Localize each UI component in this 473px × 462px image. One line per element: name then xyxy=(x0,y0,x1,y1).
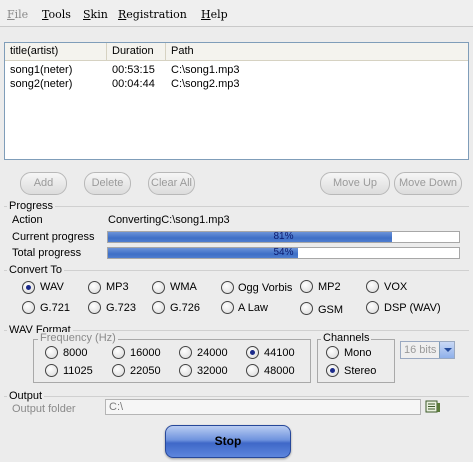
action-value: ConvertingC:\song1.mp3 xyxy=(108,214,230,226)
radio-label-gsm: GSM xyxy=(318,304,344,316)
radio-wma[interactable] xyxy=(152,281,165,294)
radio-dsp-wav[interactable] xyxy=(366,301,379,314)
radio-label-freq-16000: 16000 xyxy=(130,347,161,359)
radio-label-freq-48000: 48000 xyxy=(264,365,295,377)
menu-skin[interactable]: Skin xyxy=(83,8,108,21)
bits-select-value: 16 bits xyxy=(404,344,437,356)
current-progress-bar: 81% xyxy=(107,231,460,243)
menu-tools[interactable]: Tools xyxy=(42,8,71,21)
radio-stereo[interactable] xyxy=(326,364,339,377)
output-group-label: Output xyxy=(7,390,45,402)
radio-vox[interactable] xyxy=(366,280,379,293)
current-progress-percent: 81% xyxy=(273,231,294,242)
column-header-path[interactable]: Path xyxy=(166,43,468,61)
menu-registration[interactable]: Registration xyxy=(118,8,187,21)
convert-to-group-label: Convert To xyxy=(7,264,64,276)
radio-gsm[interactable] xyxy=(300,302,313,315)
radio-freq-11025[interactable] xyxy=(45,364,58,377)
radio-g726[interactable] xyxy=(152,301,165,314)
radio-label-mp3: MP3 xyxy=(106,281,129,293)
cell-duration: 00:53:15 xyxy=(112,64,155,76)
radio-label-wav: WAV xyxy=(40,281,64,293)
column-header-title[interactable]: title(artist) xyxy=(5,43,107,61)
cell-title: song1(neter) xyxy=(10,64,73,76)
output-folder-label: Output folder xyxy=(12,403,76,415)
column-header-duration[interactable]: Duration xyxy=(107,43,166,61)
bits-select[interactable]: 16 bits xyxy=(400,341,455,359)
radio-label-g723: G.723 xyxy=(106,302,136,314)
clear-all-button[interactable]: Clear All xyxy=(148,172,195,195)
file-list-table[interactable]: title(artist) Duration Path song1(neter)… xyxy=(4,42,469,160)
cell-path: C:\song2.mp3 xyxy=(171,78,240,90)
radio-label-mp2: MP2 xyxy=(318,281,341,293)
menu-file[interactable]: File xyxy=(7,8,28,21)
move-down-button[interactable]: Move Down xyxy=(394,172,462,195)
radio-label-a-law: A Law xyxy=(238,302,268,314)
output-group-line xyxy=(4,396,469,397)
output-folder-input[interactable]: C:\ xyxy=(105,399,421,415)
current-progress-label: Current progress xyxy=(12,231,95,243)
radio-label-freq-22050: 22050 xyxy=(130,365,161,377)
radio-freq-48000[interactable] xyxy=(246,364,259,377)
radio-g723[interactable] xyxy=(88,301,101,314)
stop-button[interactable]: Stop xyxy=(165,425,291,458)
radio-ogg-vorbis[interactable] xyxy=(221,281,234,294)
browse-folder-icon[interactable] xyxy=(425,399,441,414)
menu-bar: File Tools Skin Registration Help xyxy=(0,0,473,27)
convert-to-group-line xyxy=(4,270,469,271)
radio-label-freq-32000: 32000 xyxy=(197,365,228,377)
radio-freq-8000[interactable] xyxy=(45,346,58,359)
cell-title: song2(neter) xyxy=(10,78,73,90)
table-row[interactable]: song1(neter) 00:53:15 C:\song1.mp3 xyxy=(5,63,468,77)
total-progress-percent: 54% xyxy=(273,247,294,258)
radio-mono[interactable] xyxy=(326,346,339,359)
radio-label-freq-24000: 24000 xyxy=(197,347,228,359)
radio-g721[interactable] xyxy=(22,301,35,314)
radio-freq-22050[interactable] xyxy=(112,364,125,377)
progress-group-line xyxy=(4,206,469,207)
radio-wav[interactable] xyxy=(22,281,35,294)
channels-label: Channels xyxy=(321,332,372,344)
total-progress-bar: 54% xyxy=(107,247,460,259)
progress-group-label: Progress xyxy=(7,200,56,212)
add-button[interactable]: Add xyxy=(20,172,67,195)
cell-path: C:\song1.mp3 xyxy=(171,64,240,76)
action-label: Action xyxy=(12,214,43,226)
radio-mp3[interactable] xyxy=(88,281,101,294)
wav-format-group-line xyxy=(4,330,469,331)
radio-label-vox: VOX xyxy=(384,281,408,293)
radio-label-stereo: Stereo xyxy=(344,365,377,377)
menu-help[interactable]: Help xyxy=(201,8,228,21)
radio-freq-32000[interactable] xyxy=(179,364,192,377)
table-header: title(artist) Duration Path xyxy=(5,43,468,61)
radio-a-law[interactable] xyxy=(221,301,234,314)
radio-label-freq-11025: 11025 xyxy=(63,365,93,377)
radio-label-freq-8000: 8000 xyxy=(63,347,88,359)
radio-freq-24000[interactable] xyxy=(179,346,192,359)
delete-button[interactable]: Delete xyxy=(84,172,131,195)
radio-label-mono: Mono xyxy=(344,347,372,359)
radio-freq-44100[interactable] xyxy=(246,346,259,359)
radio-mp2[interactable] xyxy=(300,280,313,293)
radio-label-ogg-vorbis: Ogg Vorbis xyxy=(238,282,293,294)
table-row[interactable]: song2(neter) 00:04:44 C:\song2.mp3 xyxy=(5,77,468,91)
radio-label-dsp-wav: DSP (WAV) xyxy=(384,302,441,314)
move-up-button[interactable]: Move Up xyxy=(320,172,390,195)
frequency-label: Frequency (Hz) xyxy=(38,332,118,344)
radio-label-g721: G.721 xyxy=(40,302,70,314)
radio-freq-16000[interactable] xyxy=(112,346,125,359)
radio-label-wma: WMA xyxy=(170,281,197,293)
total-progress-label: Total progress xyxy=(12,247,82,259)
radio-label-freq-44100: 44100 xyxy=(264,347,295,359)
radio-label-g726: G.726 xyxy=(170,302,200,314)
chevron-down-icon[interactable] xyxy=(439,342,454,358)
cell-duration: 00:04:44 xyxy=(112,78,155,90)
